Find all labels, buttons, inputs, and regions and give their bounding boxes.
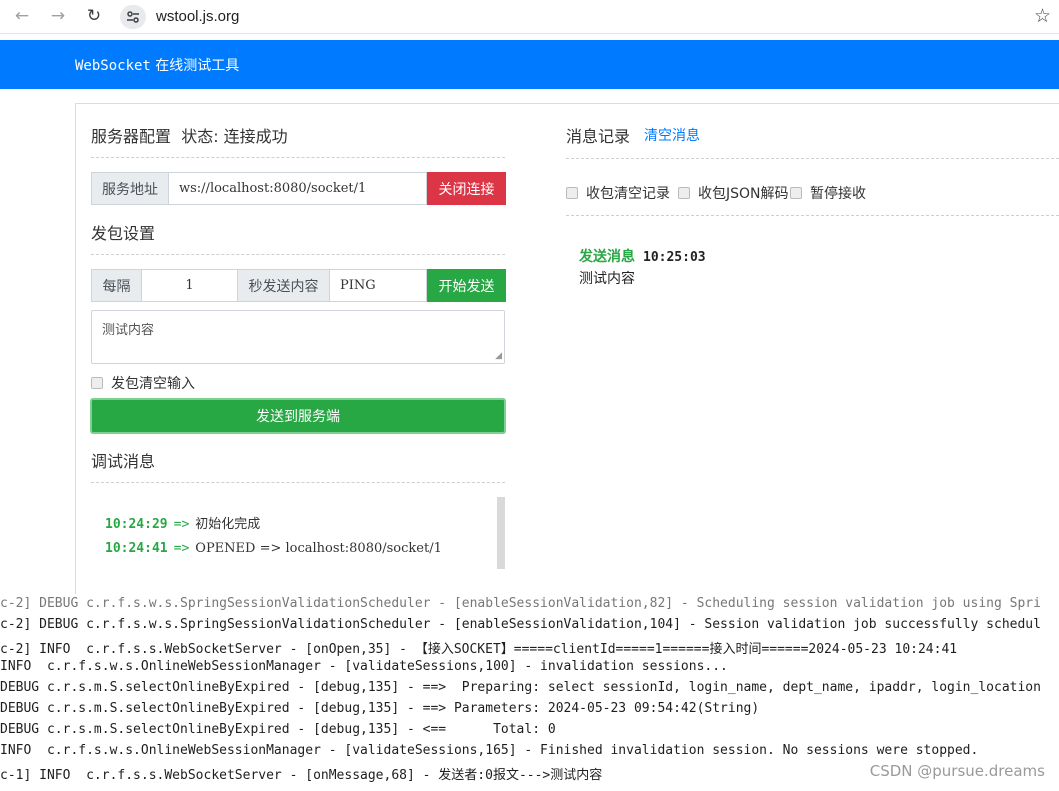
- console-line: DEBUG c.r.s.m.S.selectOnlineByExpired - …: [0, 680, 1041, 695]
- message-entry-header: 发送消息 10:25:03: [579, 246, 706, 266]
- app-header: WebSocket 在线测试工具: [0, 40, 1059, 89]
- console-line: INFO c.r.f.s.w.s.OnlineWebSessionManager…: [0, 743, 979, 758]
- json-decode-label: 收包JSON解码: [698, 186, 789, 202]
- url-text[interactable]: wstool.js.org: [156, 8, 239, 25]
- site-settings-icon[interactable]: [120, 4, 146, 29]
- console-line: c-1] INFO c.r.f.s.s.WebSocketServer - [o…: [0, 768, 603, 783]
- message-time: 10:25:03: [643, 250, 706, 265]
- forward-arrow-icon[interactable]: →: [48, 6, 68, 26]
- console-line: c-2] DEBUG c.r.f.s.w.s.SpringSessionVali…: [0, 596, 1041, 611]
- server-address-label: 服务地址: [91, 172, 169, 205]
- send-settings-title: 发包设置: [91, 224, 156, 243]
- send-to-server-button[interactable]: 发送到服务端: [90, 398, 506, 434]
- clear-input-option[interactable]: 发包清空输入: [91, 373, 195, 393]
- clear-input-label: 发包清空输入: [111, 376, 195, 392]
- address-bar[interactable]: wstool.js.org: [120, 4, 239, 29]
- interval-label: 每隔: [91, 269, 142, 302]
- content-label: 秒发送内容: [238, 269, 330, 302]
- back-arrow-icon[interactable]: ←: [12, 6, 32, 26]
- app-title: WebSocket 在线测试工具: [75, 58, 240, 74]
- clear-messages-link[interactable]: 清空消息: [644, 125, 700, 145]
- debug-log-entry: 10:24:41 => OPENED => localhost:8080/socke…: [105, 541, 442, 556]
- watermark: CSDN @pursue.dreams: [869, 762, 1045, 780]
- interval-content-input[interactable]: PING: [330, 269, 427, 302]
- message-type-label: 发送消息: [579, 249, 635, 265]
- receive-clear-checkbox[interactable]: [566, 187, 578, 199]
- json-decode-option[interactable]: 收包JSON解码: [678, 183, 789, 203]
- console-line: INFO c.r.f.s.w.s.OnlineWebSessionManager…: [0, 659, 728, 674]
- reload-icon[interactable]: ↻: [84, 6, 104, 26]
- interval-input[interactable]: 1: [142, 269, 238, 302]
- divider: [91, 157, 505, 158]
- divider: [566, 215, 1059, 216]
- message-entry-body: 测试内容: [579, 271, 635, 287]
- connection-status: 状态: 连接成功: [181, 127, 288, 146]
- debug-title: 调试消息: [91, 452, 156, 471]
- receive-clear-label: 收包清空记录: [586, 186, 670, 202]
- debug-log-panel: [91, 496, 505, 571]
- start-send-button[interactable]: 开始发送: [427, 269, 506, 302]
- divider: [91, 482, 505, 483]
- pause-receive-label: 暂停接收: [810, 186, 866, 202]
- console-line: c-2] INFO c.r.f.s.s.WebSocketServer - [o…: [0, 642, 958, 657]
- pause-receive-checkbox[interactable]: [790, 187, 802, 199]
- console-line: c-2] DEBUG c.r.f.s.w.s.SpringSessionVali…: [0, 617, 1041, 632]
- message-textarea[interactable]: 测试内容 ◢: [91, 310, 505, 364]
- textarea-content: 测试内容: [102, 323, 155, 338]
- resize-grip-icon[interactable]: ◢: [495, 352, 502, 361]
- server-address-group: 服务地址 ws://localhost:8080/socket/1 关闭连接: [91, 172, 506, 205]
- console-line: DEBUG c.r.s.m.S.selectOnlineByExpired - …: [0, 722, 556, 737]
- divider: [566, 158, 1059, 159]
- clear-input-checkbox[interactable]: [91, 377, 103, 389]
- debug-log-entry: 10:24:29 => 初始化完成: [105, 517, 261, 532]
- divider: [91, 254, 505, 255]
- interval-send-group: 每隔 1 秒发送内容 PING 开始发送: [91, 269, 506, 302]
- console-line: DEBUG c.r.s.m.S.selectOnlineByExpired - …: [0, 701, 760, 716]
- receive-clear-option[interactable]: 收包清空记录: [566, 183, 670, 203]
- server-config-title: 服务器配置 状态: 连接成功: [91, 127, 288, 146]
- json-decode-checkbox[interactable]: [678, 187, 690, 199]
- close-connection-button[interactable]: 关闭连接: [427, 172, 506, 205]
- pause-receive-option[interactable]: 暂停接收: [790, 183, 866, 203]
- message-record-title: 消息记录: [566, 127, 631, 146]
- server-address-input[interactable]: ws://localhost:8080/socket/1: [169, 172, 427, 205]
- browser-toolbar: ← → ↻ wstool.js.org ☆: [0, 0, 1059, 34]
- debug-scrollbar[interactable]: [497, 497, 505, 569]
- bookmark-star-icon[interactable]: ☆: [1034, 5, 1051, 27]
